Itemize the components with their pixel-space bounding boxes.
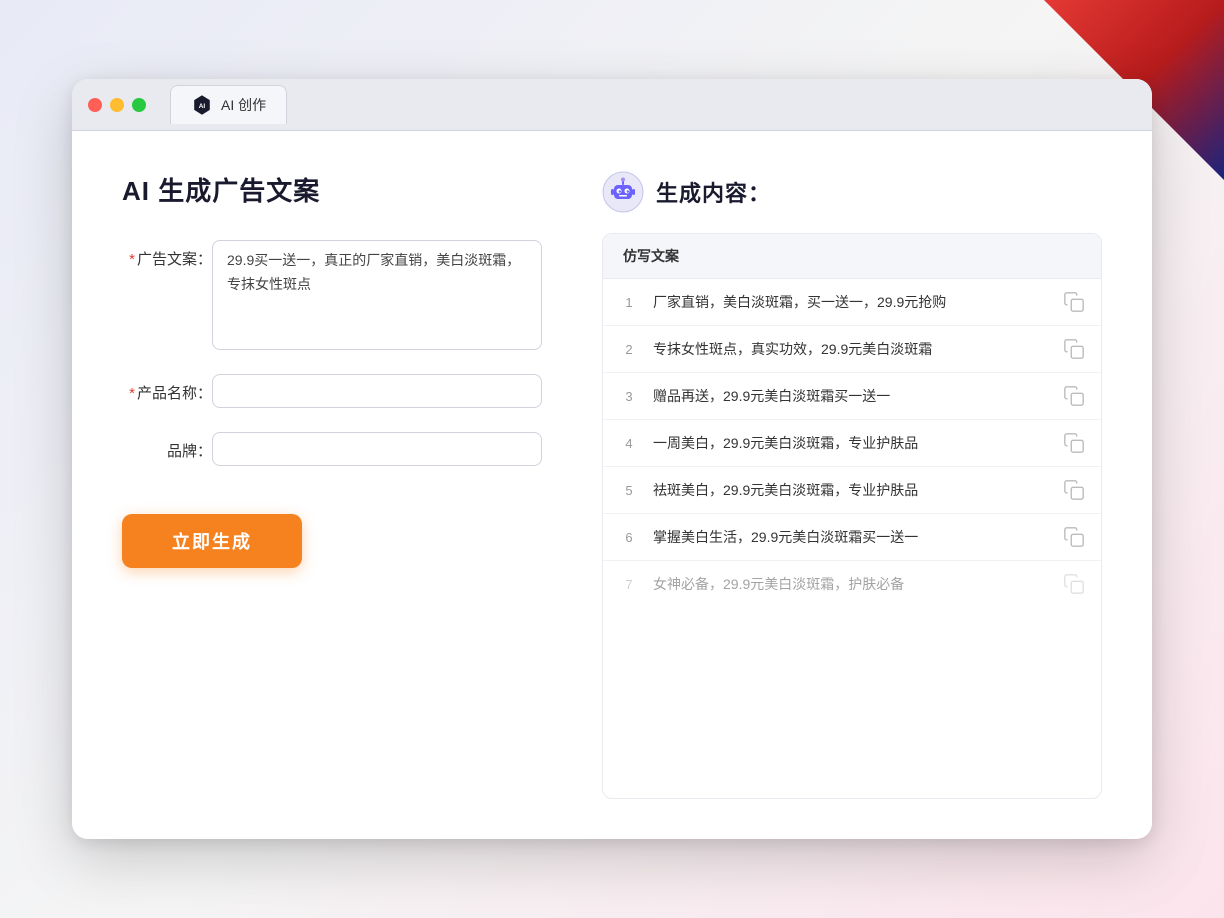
row-num-6: 6 [619,530,639,545]
required-star-2: * [129,385,135,402]
title-bar: AI AI 创作 [72,79,1152,131]
label-ad-copy: *广告文案： [122,240,212,269]
right-title: 生成内容： [656,176,771,208]
table-row: 4 一周美白，29.9元美白淡斑霜，专业护肤品 [603,420,1101,467]
copy-icon-6[interactable] [1063,526,1085,548]
ai-tab-icon: AI [191,94,213,116]
table-row: 1 厂家直销，美白淡斑霜，买一送一，29.9元抢购 [603,279,1101,326]
form-group-brand: 品牌： 好白 [122,432,542,466]
table-row: 7 女神必备，29.9元美白淡斑霜，护肤必备 [603,561,1101,607]
row-text-5: 祛斑美白，29.9元美白淡斑霜，专业护肤品 [653,480,1049,501]
minimize-button[interactable] [110,98,124,112]
bot-avatar-icon [602,171,644,213]
copy-icon-2[interactable] [1063,338,1085,360]
table-row: 5 祛斑美白，29.9元美白淡斑霜，专业护肤品 [603,467,1101,514]
required-star-1: * [129,251,135,268]
table-header: 仿写文案 [603,234,1101,279]
row-num-1: 1 [619,295,639,310]
tab-ai-creation[interactable]: AI AI 创作 [170,85,287,124]
tab-label: AI 创作 [221,95,266,115]
left-panel: AI 生成广告文案 *广告文案： 29.9买一送一，真正的厂家直销，美白淡斑霜，… [122,171,542,799]
copy-icon-4[interactable] [1063,432,1085,454]
maximize-button[interactable] [132,98,146,112]
row-text-7: 女神必备，29.9元美白淡斑霜，护肤必备 [653,574,1049,595]
copy-icon-5[interactable] [1063,479,1085,501]
main-content: AI 生成广告文案 *广告文案： 29.9买一送一，真正的厂家直销，美白淡斑霜，… [72,131,1152,839]
table-row: 6 掌握美白生活，29.9元美白淡斑霜买一送一 [603,514,1101,561]
input-brand[interactable]: 好白 [212,432,542,466]
row-num-3: 3 [619,389,639,404]
copy-icon-3[interactable] [1063,385,1085,407]
input-product-name[interactable]: 美白淡斑霜 [212,374,542,408]
close-button[interactable] [88,98,102,112]
row-text-1: 厂家直销，美白淡斑霜，买一送一，29.9元抢购 [653,292,1049,313]
form-group-product-name: *产品名称： 美白淡斑霜 [122,374,542,408]
row-text-4: 一周美白，29.9元美白淡斑霜，专业护肤品 [653,433,1049,454]
row-num-4: 4 [619,436,639,451]
form-group-ad-copy: *广告文案： 29.9买一送一，真正的厂家直销，美白淡斑霜，专抹女性斑点 [122,240,542,350]
right-header: 生成内容： [602,171,1102,213]
row-num-2: 2 [619,342,639,357]
table-row: 2 专抹女性斑点，真实功效，29.9元美白淡斑霜 [603,326,1101,373]
copy-icon-7[interactable] [1063,573,1085,595]
label-brand: 品牌： [122,432,212,461]
table-row: 3 赠品再送，29.9元美白淡斑霜买一送一 [603,373,1101,420]
row-num-5: 5 [619,483,639,498]
row-num-7: 7 [619,577,639,592]
generate-button[interactable]: 立即生成 [122,514,302,568]
traffic-lights [88,98,146,112]
row-text-2: 专抹女性斑点，真实功效，29.9元美白淡斑霜 [653,339,1049,360]
page-title: AI 生成广告文案 [122,171,542,208]
input-ad-copy[interactable]: 29.9买一送一，真正的厂家直销，美白淡斑霜，专抹女性斑点 [212,240,542,350]
svg-text:AI: AI [199,103,206,110]
copy-icon-1[interactable] [1063,291,1085,313]
results-table: 仿写文案 1 厂家直销，美白淡斑霜，买一送一，29.9元抢购 2 专抹女性斑点，… [602,233,1102,799]
row-text-3: 赠品再送，29.9元美白淡斑霜买一送一 [653,386,1049,407]
right-panel: 生成内容： 仿写文案 1 厂家直销，美白淡斑霜，买一送一，29.9元抢购 2 专… [602,171,1102,799]
browser-window: AI AI 创作 AI 生成广告文案 *广告文案： 29.9买一送一，真正的厂家… [72,79,1152,839]
label-product-name: *产品名称： [122,374,212,403]
row-text-6: 掌握美白生活，29.9元美白淡斑霜买一送一 [653,527,1049,548]
